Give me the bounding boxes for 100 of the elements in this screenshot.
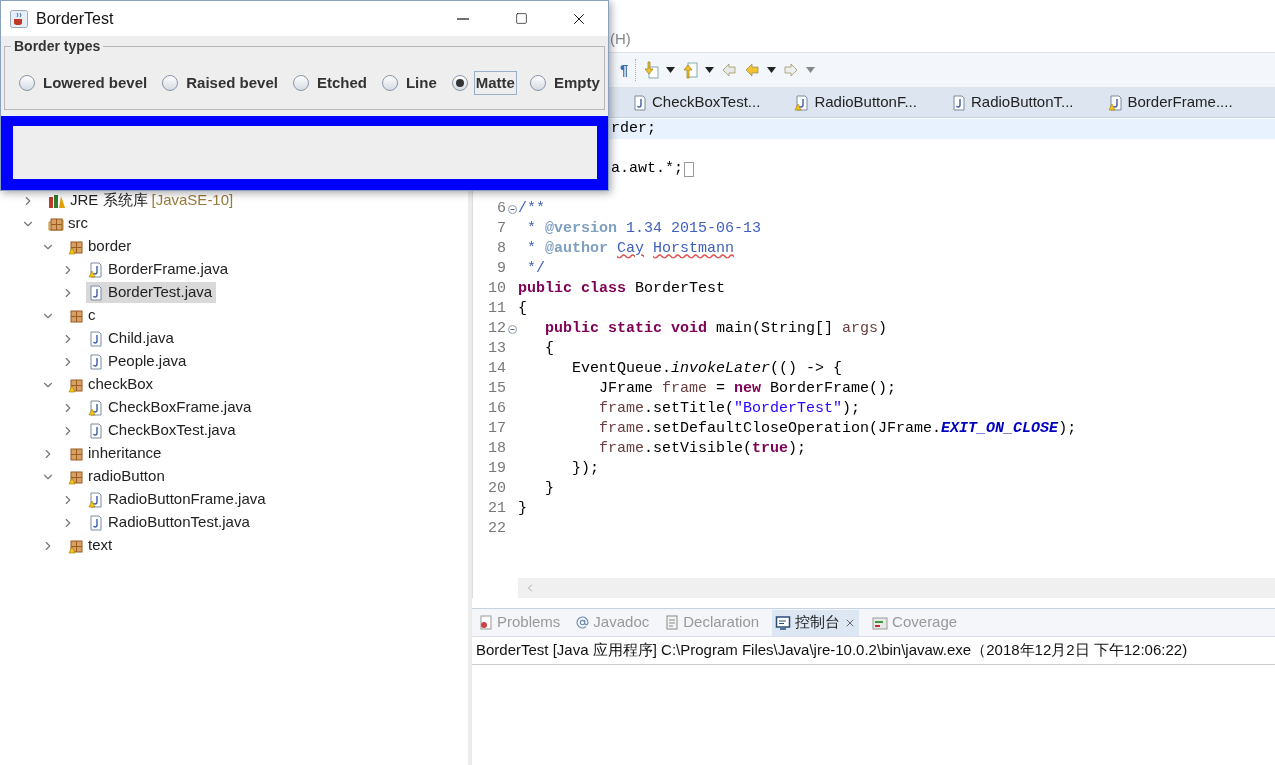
tree-label: BorderFrame.java bbox=[108, 259, 229, 280]
tab-label: 控制台 bbox=[795, 612, 841, 633]
tree-item[interactable]: src bbox=[46, 213, 92, 234]
tree-label: RadioButtonTest.java bbox=[108, 512, 250, 533]
tree-item[interactable]: inheritance bbox=[66, 443, 166, 464]
line-number: 12 bbox=[487, 319, 506, 339]
editor-tab[interactable]: RadioButtonF... bbox=[814, 91, 917, 114]
folded-code-marker[interactable] bbox=[684, 161, 694, 177]
radio-button[interactable]: Empty bbox=[529, 70, 602, 96]
at-sign-icon bbox=[576, 616, 590, 629]
back-arrow-icon[interactable] bbox=[744, 62, 761, 78]
tree-item[interactable]: radioButton bbox=[66, 466, 169, 487]
fold-toggle-icon[interactable] bbox=[507, 324, 517, 334]
tab-label: Declaration bbox=[683, 612, 760, 633]
line-number: 18 bbox=[487, 439, 506, 459]
code-line: }); bbox=[571, 459, 599, 479]
tree-item[interactable]: CheckBoxTest.java bbox=[86, 420, 240, 441]
radio-button[interactable]: Matte bbox=[451, 70, 517, 96]
tree-item[interactable]: CheckBoxFrame.java bbox=[86, 397, 256, 418]
pilcrow-button[interactable]: ¶ bbox=[620, 58, 629, 82]
coverage-icon bbox=[872, 614, 889, 631]
dropdown-arrow-icon[interactable] bbox=[705, 67, 715, 73]
code-line: /** bbox=[518, 199, 545, 219]
editor-tab[interactable]: BorderFrame.... bbox=[1127, 91, 1233, 114]
console-output: BorderTest [Java 应用程序] C:\Program Files\Java\jre-10.0.2\bin\javaw.exe（2018年12月2日 下午12:06:22) bbox=[472, 637, 1275, 665]
tree-item[interactable]: border bbox=[66, 236, 136, 257]
tree-item[interactable]: RadioButtonTest.java bbox=[86, 512, 254, 533]
tree-label: inheritance bbox=[88, 443, 162, 464]
line-number: 17 bbox=[487, 419, 506, 439]
tree-item[interactable]: BorderTest.java bbox=[86, 282, 217, 303]
tree-label: JRE 系统库 bbox=[70, 190, 148, 211]
code-line: public class BorderTest bbox=[518, 279, 726, 299]
tree-item[interactable]: Child.java bbox=[86, 328, 178, 349]
line-number: 11 bbox=[487, 299, 506, 319]
radio-button[interactable]: Lowered bevel bbox=[19, 70, 150, 96]
tree-label: text bbox=[88, 535, 113, 556]
code-line: * @author Cay Horstmann bbox=[526, 239, 735, 259]
tree-label: checkBox bbox=[88, 374, 154, 395]
line-number: 15 bbox=[487, 379, 506, 399]
code-line: */ bbox=[526, 259, 545, 279]
tree-label: radioButton bbox=[88, 466, 165, 487]
tree-label: src bbox=[68, 213, 88, 234]
radio-button[interactable]: Raised bevel bbox=[162, 70, 280, 96]
maximize-icon bbox=[514, 12, 528, 25]
tab-label: Javadoc bbox=[593, 612, 650, 633]
line-number: 10 bbox=[487, 279, 506, 299]
radio-label: Empty bbox=[552, 72, 601, 93]
document-icon bbox=[665, 614, 680, 631]
tree-label: CheckBoxTest.java bbox=[108, 420, 236, 441]
tree-label: BorderTest.java bbox=[108, 282, 213, 303]
code-line: } bbox=[544, 479, 554, 499]
view-tab[interactable]: 控制台 bbox=[772, 609, 860, 636]
editor-tab[interactable]: CheckBoxTest... bbox=[652, 91, 761, 114]
next-annotation-icon[interactable] bbox=[643, 61, 660, 79]
line-number: 16 bbox=[487, 399, 506, 419]
line-number: 20 bbox=[487, 479, 506, 499]
code-line: } bbox=[518, 499, 527, 519]
code-line: frame.setVisible(true); bbox=[598, 439, 807, 459]
dropdown-arrow-icon[interactable] bbox=[767, 67, 777, 73]
radio-button[interactable]: Line bbox=[381, 70, 439, 96]
line-number: 22 bbox=[487, 519, 506, 539]
last-edit-icon[interactable] bbox=[721, 62, 738, 78]
fold-toggle-icon[interactable] bbox=[507, 204, 517, 214]
code-line: public static void main(String[] args) bbox=[544, 319, 888, 339]
coffee-cup-icon bbox=[10, 9, 28, 28]
previous-annotation-icon[interactable] bbox=[682, 61, 699, 79]
tree-item[interactable]: c bbox=[66, 305, 100, 326]
forward-arrow-icon[interactable] bbox=[783, 62, 800, 78]
radio-label: Etched bbox=[315, 72, 368, 93]
code-line: JFrame frame = new BorderFrame(); bbox=[598, 379, 897, 399]
line-number: 7 bbox=[496, 219, 506, 239]
line-number: 8 bbox=[496, 239, 506, 259]
radio-label: Raised bevel bbox=[185, 72, 279, 93]
monitor-icon bbox=[775, 614, 792, 631]
dropdown-arrow-icon[interactable] bbox=[666, 67, 676, 73]
tree-label: CheckBoxFrame.java bbox=[108, 397, 252, 418]
code-line: { bbox=[544, 339, 554, 359]
tree-label: border bbox=[88, 236, 132, 257]
line-number: 19 bbox=[487, 459, 506, 479]
radio-label: Line bbox=[404, 72, 438, 93]
tree-item[interactable]: People.java bbox=[86, 351, 191, 372]
radio-button[interactable]: Etched bbox=[292, 70, 369, 96]
tree-label: Child.java bbox=[108, 328, 174, 349]
editor-tab[interactable]: RadioButtonT... bbox=[970, 91, 1074, 114]
menu-item[interactable]: (H) bbox=[610, 27, 631, 50]
line-number: 6 bbox=[496, 199, 506, 219]
minimize-icon bbox=[457, 17, 469, 20]
tree-item[interactable]: BorderFrame.java bbox=[86, 259, 233, 280]
tree-item[interactable]: JRE 系统库 [JavaSE-10] bbox=[46, 190, 238, 211]
radio-label: Matte bbox=[473, 70, 517, 96]
tree-label: People.java bbox=[108, 351, 187, 372]
line-number: 9 bbox=[496, 259, 506, 279]
horizontal-scrollbar[interactable] bbox=[518, 578, 1275, 598]
tree-item[interactable]: text bbox=[66, 535, 117, 556]
tab-label: Problems bbox=[497, 612, 561, 633]
tree-label: c bbox=[88, 305, 96, 326]
window-title: BorderTest bbox=[36, 8, 114, 29]
tree-item[interactable]: checkBox bbox=[66, 374, 158, 395]
code-line: frame.setDefaultCloseOperation(JFrame.EXIT_ON_CLOSE); bbox=[598, 419, 1077, 439]
line-number: 13 bbox=[487, 339, 506, 359]
